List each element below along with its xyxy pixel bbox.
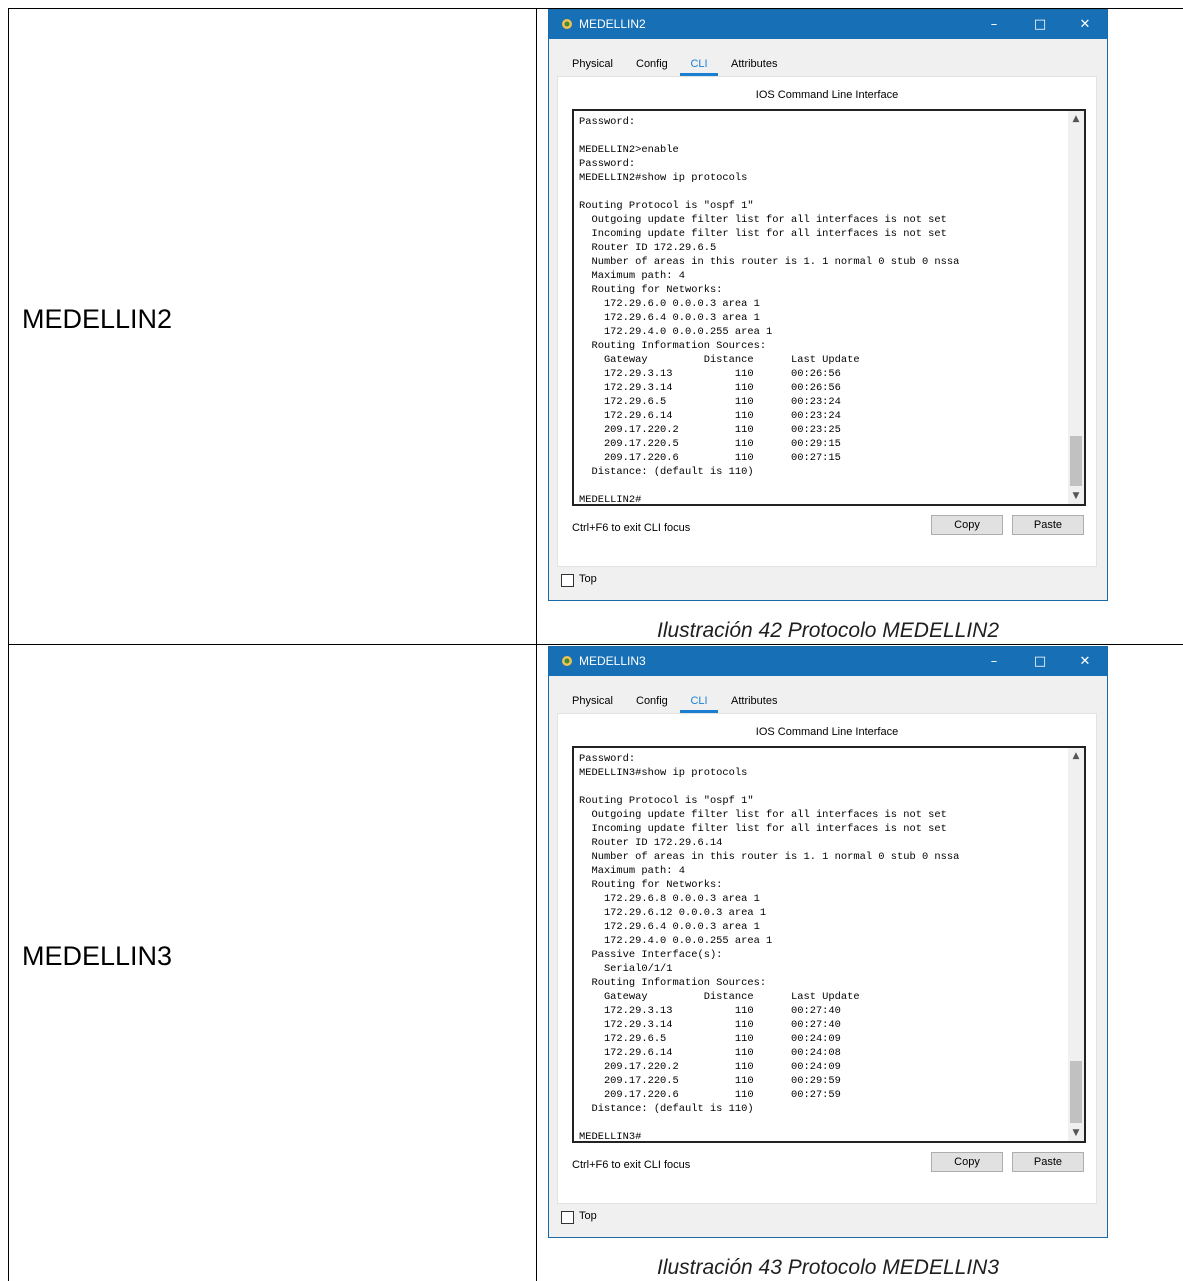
tab-cli[interactable]: CLI	[680, 691, 718, 713]
cli-panel: IOS Command Line Interface Password: MED…	[557, 713, 1097, 1204]
tab-attributes[interactable]: Attributes	[731, 54, 777, 76]
maximize-button[interactable]: □	[1020, 10, 1060, 39]
maximize-button[interactable]: □	[1020, 647, 1060, 676]
scroll-thumb[interactable]	[1070, 1061, 1082, 1123]
scroll-down-icon[interactable]: ▼	[1068, 1125, 1084, 1141]
minimize-button[interactable]: –	[974, 10, 1014, 39]
tab-attributes[interactable]: Attributes	[731, 691, 777, 713]
cli-window: MEDELLIN2 – □ ✕ Physical Config CLI Attr…	[548, 9, 1108, 601]
paste-button[interactable]: Paste	[1012, 515, 1084, 535]
copy-button[interactable]: Copy	[931, 515, 1003, 535]
device-label: MEDELLIN3	[22, 941, 173, 971]
scroll-thumb[interactable]	[1070, 436, 1082, 486]
paste-button[interactable]: Paste	[1012, 1152, 1084, 1172]
tab-cli[interactable]: CLI	[680, 54, 718, 76]
cli-terminal[interactable]: Password: MEDELLIN3#show ip protocols Ro…	[572, 746, 1086, 1143]
cli-output: Password: MEDELLIN3#show ip protocols Ro…	[579, 753, 960, 1143]
vertical-scrollbar[interactable]: ▲ ▼	[1068, 111, 1084, 504]
cli-focus-hint: Ctrl+F6 to exit CLI focus	[572, 522, 691, 534]
tab-physical[interactable]: Physical	[572, 691, 613, 713]
cli-window: MEDELLIN3 – □ ✕ Physical Config CLI Attr…	[548, 646, 1108, 1238]
ios-cli-heading: IOS Command Line Interface	[755, 726, 899, 738]
cli-focus-hint: Ctrl+F6 to exit CLI focus	[572, 1159, 691, 1171]
top-checkbox-label: Top	[579, 573, 597, 585]
scroll-up-icon[interactable]: ▲	[1068, 748, 1084, 764]
window-title: MEDELLIN2	[579, 17, 646, 31]
figure-caption: Ilustración 43 Protocolo MEDELLIN3	[657, 1256, 999, 1279]
title-bar: MEDELLIN3 – □ ✕	[549, 647, 1107, 676]
packet-tracer-icon	[562, 19, 572, 29]
device-label: MEDELLIN2	[22, 304, 173, 334]
scroll-up-icon[interactable]: ▲	[1068, 111, 1084, 127]
copy-button[interactable]: Copy	[931, 1152, 1003, 1172]
close-button[interactable]: ✕	[1065, 647, 1105, 676]
table-column-divider	[536, 8, 537, 1281]
cli-terminal[interactable]: Password: MEDELLIN2>enable Password: MED…	[572, 109, 1086, 506]
title-bar: MEDELLIN2 – □ ✕	[549, 10, 1107, 39]
table-row-divider	[8, 644, 1183, 645]
ios-cli-heading: IOS Command Line Interface	[755, 89, 899, 101]
cli-panel: IOS Command Line Interface Password: MED…	[557, 76, 1097, 567]
window-title: MEDELLIN3	[579, 654, 646, 668]
table-left-border	[8, 8, 9, 1281]
tab-physical[interactable]: Physical	[572, 54, 613, 76]
vertical-scrollbar[interactable]: ▲ ▼	[1068, 748, 1084, 1141]
minimize-button[interactable]: –	[974, 647, 1014, 676]
scroll-down-icon[interactable]: ▼	[1068, 488, 1084, 504]
close-button[interactable]: ✕	[1065, 10, 1105, 39]
packet-tracer-icon	[562, 656, 572, 666]
top-checkbox-label: Top	[579, 1210, 597, 1222]
tab-config[interactable]: Config	[636, 691, 668, 713]
cli-output: Password: MEDELLIN2>enable Password: MED…	[579, 116, 960, 506]
top-checkbox[interactable]	[561, 574, 574, 587]
top-checkbox[interactable]	[561, 1211, 574, 1224]
tab-config[interactable]: Config	[636, 54, 668, 76]
figure-caption: Ilustración 42 Protocolo MEDELLIN2	[657, 619, 999, 642]
